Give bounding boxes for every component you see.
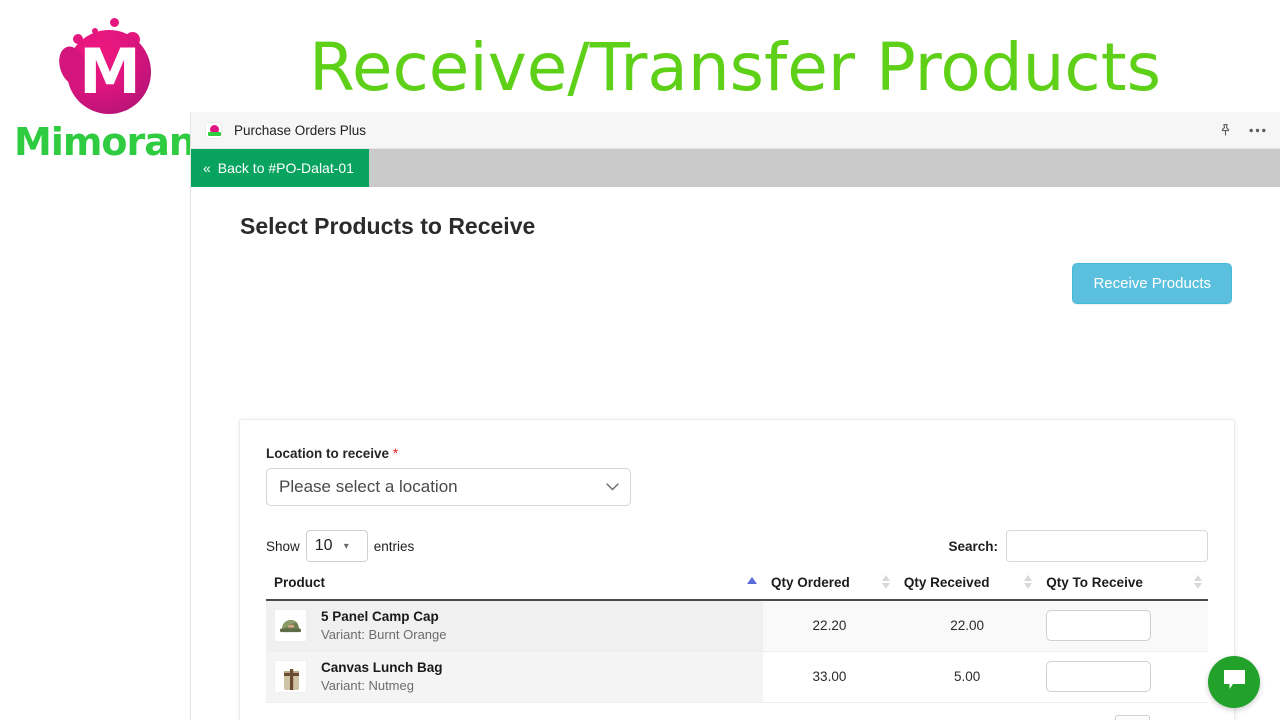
mimoran-logo-icon: M [47,18,157,118]
qty-to-receive-cell [1038,600,1208,652]
search-control: Search: [948,530,1208,562]
qty-received-value: 22.00 [895,600,1039,652]
receive-products-card: Location to receive * Please select a lo… [239,419,1235,720]
column-header-qty-ordered[interactable]: Qty Ordered [763,575,896,601]
page-title: Receive/Transfer Products [309,29,1161,106]
app-secondary-bar: « Back to #PO-Dalat-01 [191,149,1280,187]
required-marker: * [392,446,399,461]
branding-header: M Mimoran Receive/Transfer Products [0,0,1280,164]
table-body: 5 Panel Camp Cap Variant: Burnt Orange 2… [266,600,1208,703]
app-body: Select Products to Receive Receive Produ… [191,187,1280,720]
chat-bubble-icon [1222,668,1247,696]
page-length-control: Show 10 ▾ entries [266,530,414,562]
pagination: Previous 1 Next [1032,714,1208,720]
pagination-previous[interactable]: Previous [1032,716,1111,720]
column-label-qty-ordered: Qty Ordered [771,575,850,590]
app-topbar: Purchase Orders Plus [191,112,1280,149]
column-header-qty-received[interactable]: Qty Received [895,575,1039,601]
search-label: Search: [948,538,998,554]
brand-wordmark: Mimoran [14,120,196,164]
qty-received-value: 5.00 [895,651,1039,703]
sort-both-icon [1024,575,1033,589]
product-variant: Variant: Burnt Orange [321,627,447,643]
product-variant: Variant: Nutmeg [321,678,414,693]
show-label: Show [266,538,300,554]
app-name-label: Purchase Orders Plus [234,122,367,138]
table-row: Canvas Lunch Bag Variant: Nutmeg 33.00 5… [266,651,1208,703]
back-to-purchase-order-button[interactable]: « Back to #PO-Dalat-01 [191,149,369,187]
location-select-wrapper: Please select a location [266,468,631,506]
more-horizontal-icon[interactable] [1249,128,1266,133]
location-selected-value: Please select a location [279,477,458,496]
location-field-label: Location to receive * [266,446,1208,461]
back-button-label: Back to #PO-Dalat-01 [217,160,354,176]
table-row: 5 Panel Camp Cap Variant: Burnt Orange 2… [266,600,1208,652]
pagination-next[interactable]: Next [1154,716,1208,720]
brand-logo: M Mimoran [14,18,196,178]
lunch-bag-thumbnail [274,660,307,693]
logo-letter: M [79,35,141,108]
product-cell: Canvas Lunch Bag Variant: Nutmeg [266,651,763,703]
receive-products-button[interactable]: Receive Products [1072,263,1232,304]
pagination-page-1[interactable]: 1 [1114,714,1151,720]
products-table: Product Qty Ordered Qty Received Qty To … [266,575,1208,703]
location-label-text: Location to receive [266,446,390,461]
column-label-qty-received: Qty Received [903,575,990,590]
action-row: Receive Products [191,240,1280,304]
product-cell: 5 Panel Camp Cap Variant: Burnt Orange [266,600,763,652]
table-header-row: Product Qty Ordered Qty Received Qty To … [266,575,1208,601]
entries-label: entries [373,538,415,554]
column-label-qty-to-receive: Qty To Receive [1046,575,1143,590]
location-select[interactable]: Please select a location [266,468,631,506]
chat-launcher-button[interactable] [1208,656,1260,708]
camp-cap-thumbnail [274,609,307,643]
section-title: Select Products to Receive [240,213,536,239]
search-input[interactable] [1006,530,1208,562]
page-length-value: 10 [314,537,333,554]
qty-to-receive-input[interactable] [1046,610,1152,642]
qty-ordered-value: 22.20 [763,600,896,652]
sort-ascending-icon [747,577,757,584]
table-footer: Showing 1 to 2 of 2 entries Previous 1 N… [266,714,1208,720]
embedded-app-window: Purchase Orders Plus « Back to #PO-Dalat… [190,112,1280,720]
qty-to-receive-input[interactable] [1046,661,1152,692]
column-label-product: Product [274,575,326,590]
pin-icon[interactable] [1218,123,1233,138]
product-name: 5 Panel Camp Cap [321,609,439,625]
sort-both-icon [1194,575,1202,589]
product-name: Canvas Lunch Bag [321,660,443,675]
double-chevron-left-icon: « [203,160,211,176]
table-controls: Show 10 ▾ entries Search: [266,530,1208,562]
qty-ordered-value: 33.00 [763,651,896,703]
column-header-qty-to-receive[interactable]: Qty To Receive [1038,575,1208,601]
page-length-select[interactable]: 10 ▾ [305,530,368,562]
column-header-product[interactable]: Product [266,575,763,601]
table-header: Product Qty Ordered Qty Received Qty To … [266,575,1208,601]
sort-both-icon [881,575,890,589]
qty-to-receive-cell [1038,651,1208,703]
app-icon [205,121,222,139]
